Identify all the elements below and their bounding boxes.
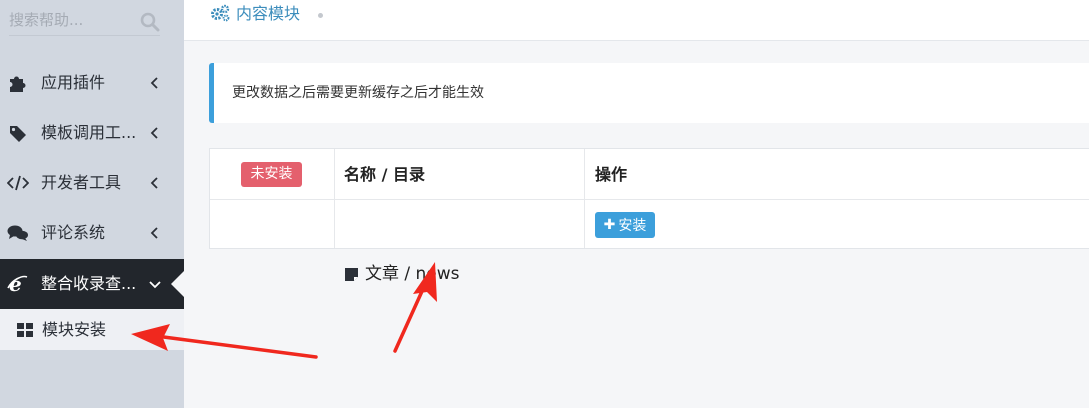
sidebar-item-label: 开发者工具 <box>41 173 122 192</box>
install-button[interactable]: ✚ 安装 <box>595 212 655 238</box>
comments-icon <box>7 223 29 243</box>
column-header-name: 名称 / 目录 <box>344 165 425 184</box>
sidebar-item-template-tools[interactable]: 模板调用工... <box>0 108 184 158</box>
module-table: 状态 名称 / 目录 操作 未安装 文章 / news ✚ 安装 <box>209 148 1089 284</box>
breadcrumb: 内容模块 <box>184 0 1089 41</box>
chevron-down-icon <box>148 276 161 292</box>
sticky-note-icon <box>344 267 359 282</box>
sidebar-subitem-label: 模块安装 <box>42 320 107 339</box>
grid-icon <box>17 322 33 338</box>
status-badge-label: 未安装 <box>250 166 293 182</box>
sidebar: 应用插件 模板调用工... 开发者工具 <box>0 0 184 408</box>
sidebar-subitem-module-install[interactable]: 模块安装 <box>0 309 184 350</box>
chevron-left-icon <box>148 75 160 91</box>
chevron-left-icon <box>148 175 160 191</box>
row-divider <box>210 199 1089 200</box>
tag-icon <box>7 123 29 143</box>
sidebar-search <box>9 4 160 36</box>
breadcrumb-separator <box>318 13 323 18</box>
cogs-icon <box>210 4 230 22</box>
chevron-left-icon <box>148 125 160 141</box>
sidebar-item-label: 应用插件 <box>41 73 106 92</box>
sidebar-item-label: 评论系统 <box>41 223 106 242</box>
notice-callout: 更改数据之后需要更新缓存之后才能生效 <box>209 63 1089 123</box>
ie-icon: e <box>7 274 29 294</box>
plus-icon: ✚ <box>603 217 616 233</box>
app-root: 应用插件 模板调用工... 开发者工具 <box>0 0 1089 408</box>
sidebar-item-app-plugins[interactable]: 应用插件 <box>0 58 184 108</box>
breadcrumb-link-content-module[interactable]: 内容模块 <box>236 3 300 25</box>
puzzle-icon <box>7 73 29 93</box>
sidebar-item-dev-tools[interactable]: 开发者工具 <box>0 158 184 208</box>
module-name: 文章 / news <box>365 264 460 284</box>
code-icon <box>7 173 29 193</box>
search-input[interactable] <box>9 6 135 34</box>
install-button-label: 安装 <box>618 218 647 234</box>
sidebar-item-indexing[interactable]: e 整合收录查... <box>0 259 184 309</box>
table-row-name: 文章 / news <box>344 262 460 286</box>
status-badge: 未安装 <box>241 162 302 187</box>
sidebar-item-comments[interactable]: 评论系统 <box>0 208 184 258</box>
column-header-actions: 操作 <box>595 165 628 184</box>
notice-text: 更改数据之后需要更新缓存之后才能生效 <box>232 85 484 101</box>
search-icon[interactable] <box>140 12 160 32</box>
sidebar-item-label: 模板调用工... <box>41 123 137 142</box>
chevron-left-icon <box>148 225 160 241</box>
sidebar-item-label: 整合收录查... <box>41 274 137 293</box>
